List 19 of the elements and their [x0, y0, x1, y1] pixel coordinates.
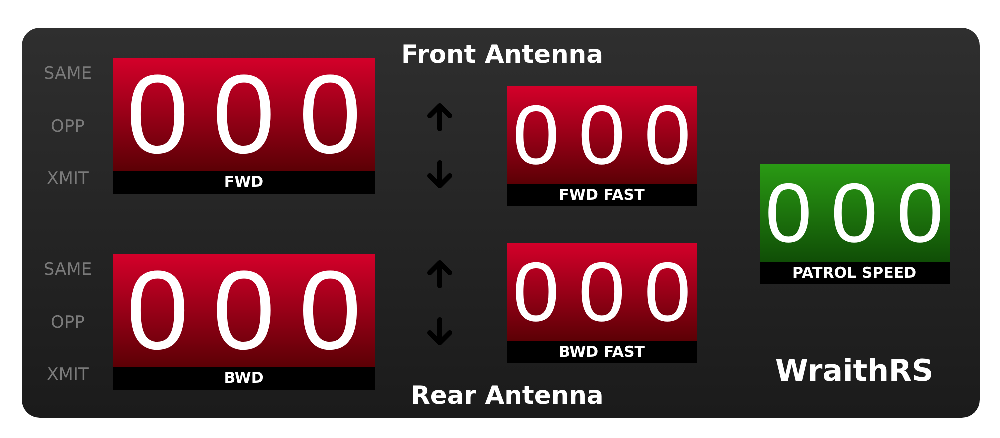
mode-indicator: XMIT: [47, 364, 89, 387]
speed-reading: 000: [512, 93, 710, 177]
mode-indicator: SAME: [44, 63, 92, 86]
antenna-title: Rear Antenna: [410, 381, 605, 411]
display-label: FWD: [113, 171, 375, 194]
speed-reading: 000: [126, 58, 386, 170]
mode-indicator: XMIT: [47, 168, 89, 191]
mode-indicator: SAME: [44, 259, 92, 282]
display-label: PATROL SPEED: [760, 262, 950, 284]
mode-indicator: OPP: [51, 116, 85, 138]
display-label: BWD FAST: [507, 341, 697, 363]
speed-reading: 000: [126, 254, 386, 366]
brand-name: WraithRS: [775, 354, 934, 390]
display-label: FWD FAST: [507, 184, 697, 206]
speed-reading: 000: [512, 250, 710, 334]
antenna-title: Front Antenna: [400, 40, 604, 70]
display-label: BWD: [113, 367, 375, 390]
mode-indicator: OPP: [51, 312, 85, 334]
speed-reading: 000: [765, 171, 963, 255]
